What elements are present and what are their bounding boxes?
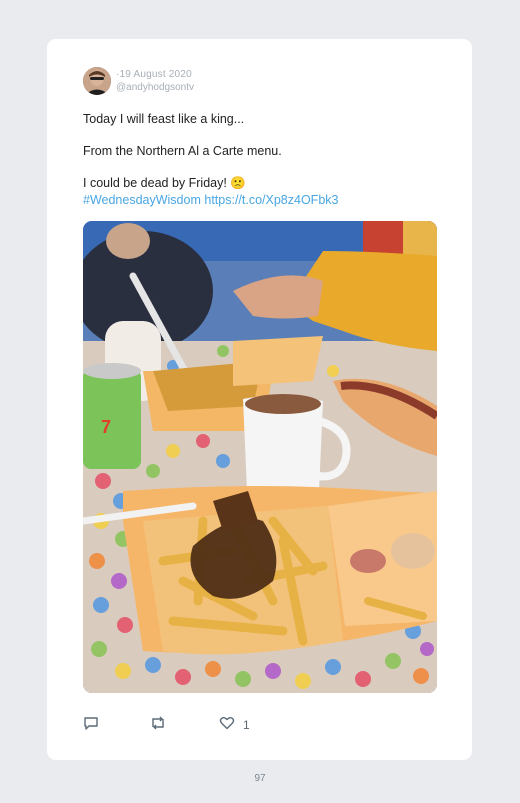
hashtag-link[interactable]: #WednesdayWisdom xyxy=(83,193,201,207)
tweet-actions: 1 xyxy=(83,715,443,733)
svg-text:7: 7 xyxy=(101,417,111,437)
reply-icon xyxy=(83,715,99,734)
like-count: 1 xyxy=(243,717,250,732)
tweet-handle[interactable]: @andyhodgsontv xyxy=(116,81,194,94)
tweet-links: #WednesdayWisdom https://t.co/Xp8z4OFbk3 xyxy=(83,192,443,209)
tweet-text: Today I will feast like a king... From t… xyxy=(83,111,443,209)
avatar[interactable] xyxy=(83,67,111,95)
tweet-line-3-container: I could be dead by Friday! 🙁 xyxy=(83,175,443,192)
tweet-card: ·19 August 2020 @andyhodgsontv Today I w… xyxy=(47,39,472,760)
like-button[interactable]: 1 xyxy=(219,715,250,734)
tweet-date: 19 August 2020 xyxy=(119,69,192,80)
heart-icon xyxy=(219,715,235,734)
reply-button[interactable] xyxy=(83,715,99,734)
retweet-icon xyxy=(149,715,167,734)
tweet-line-3: I could be dead by Friday! xyxy=(83,176,227,190)
tweet-line-1: Today I will feast like a king... xyxy=(83,112,245,126)
retweet-button[interactable] xyxy=(149,715,167,734)
url-link[interactable]: https://t.co/Xp8z4OFbk3 xyxy=(204,193,338,207)
tweet-meta: ·19 August 2020 @andyhodgsontv xyxy=(116,69,194,94)
sad-face-emoji: 🙁 xyxy=(230,176,246,190)
tweet-line-2: From the Northern Al a Carte menu. xyxy=(83,144,282,158)
page-number: 97 xyxy=(254,773,266,784)
tweet-photo[interactable]: 7 xyxy=(83,221,437,693)
